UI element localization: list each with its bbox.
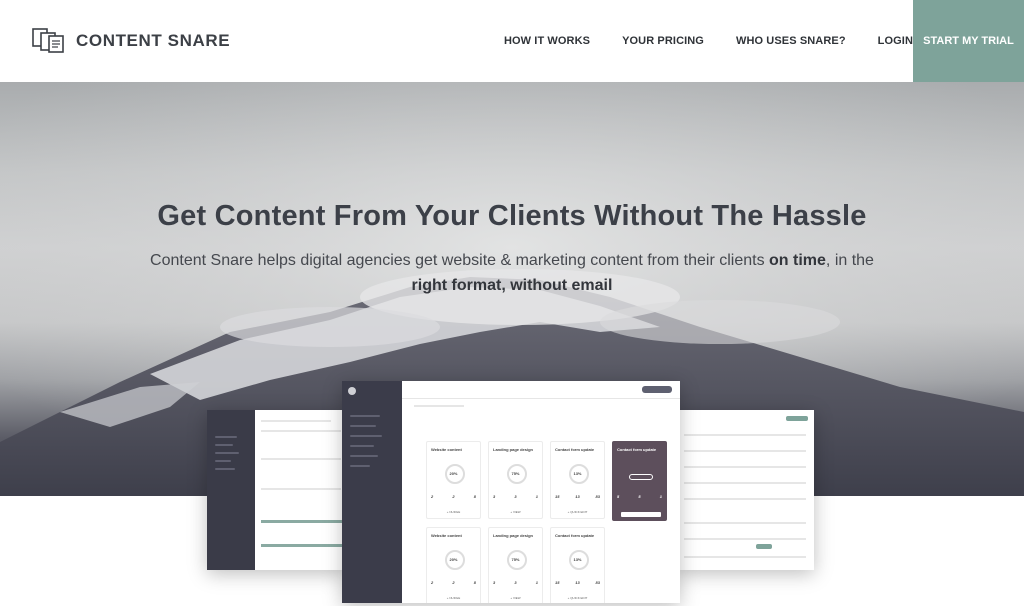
mock-topbar xyxy=(402,381,680,399)
logo-icon xyxy=(32,27,65,54)
app-screenshot-main: Website content 20% 228 + NUDGE Landing … xyxy=(342,381,680,603)
brand-name: CONTENT SNARE xyxy=(76,30,231,50)
mock-sidebar xyxy=(207,410,255,570)
hero-title: Get Content From Your Clients Without Th… xyxy=(157,200,867,232)
nav-who-uses-snare[interactable]: WHO USES SNARE? xyxy=(736,35,846,47)
nav-your-pricing[interactable]: YOUR PRICING xyxy=(622,35,704,47)
start-trial-button[interactable]: START MY TRIAL xyxy=(913,0,1024,82)
project-card[interactable]: Website content 20% 228 + NUDGE xyxy=(426,527,481,603)
brand-logo[interactable]: CONTENT SNARE xyxy=(32,27,230,54)
project-card-highlighted[interactable]: Contact form update 551 xyxy=(612,441,667,521)
mock-sidebar-main xyxy=(342,381,402,603)
project-card[interactable]: Contact form update 13% 15 13 83 + QUICK E… xyxy=(550,441,605,519)
hero-subtitle: Content Snare helps digital agencies get… xyxy=(112,248,912,298)
hero-subtitle-format: right format, without email xyxy=(411,277,613,294)
hero-subtitle-mid: , in the xyxy=(825,252,874,269)
nav-login[interactable]: LOGIN xyxy=(878,35,913,47)
site-header: CONTENT SNARE HOW IT WORKS YOUR PRICING … xyxy=(0,0,1024,82)
nav-how-it-works[interactable]: HOW IT WORKS xyxy=(504,35,590,47)
project-card[interactable]: Contact form update 13% 15 13 83 + QUICK E… xyxy=(550,527,605,603)
hero-subtitle-on-time: on time xyxy=(769,252,826,269)
app-screenshot-left xyxy=(207,410,347,570)
main-nav: HOW IT WORKS YOUR PRICING WHO USES SNARE… xyxy=(504,0,913,82)
project-card[interactable]: Landing page design 75% 331 + VIEW xyxy=(488,527,543,603)
hero-subtitle-text: Content Snare helps digital agencies get… xyxy=(150,252,770,269)
project-card[interactable]: Website content 20% 228 + NUDGE xyxy=(426,441,481,519)
app-screenshot-right xyxy=(676,410,814,570)
project-card[interactable]: Landing page design 75% 331 + VIEW xyxy=(488,441,543,519)
